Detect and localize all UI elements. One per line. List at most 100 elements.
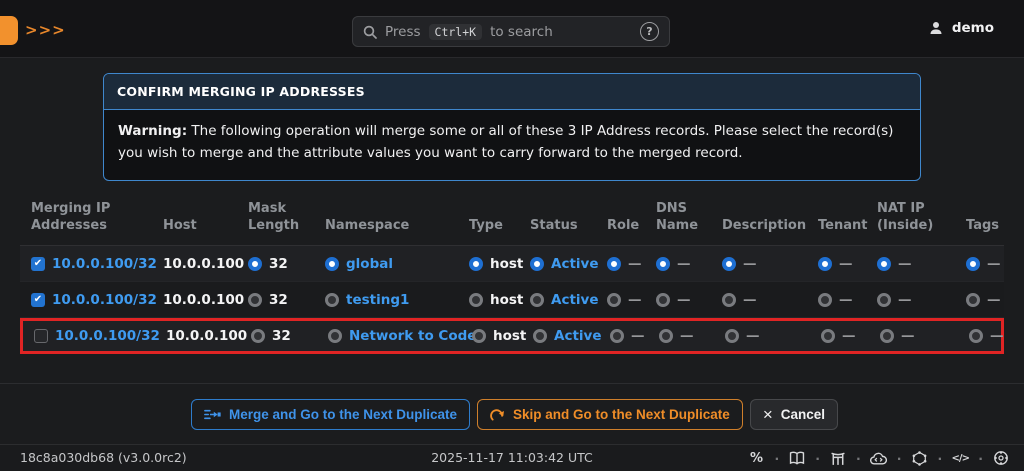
cancel-button-label: Cancel — [781, 407, 825, 422]
status-radio[interactable] — [530, 257, 544, 271]
col-header-nat-ip: NAT IP (Inside) — [877, 201, 966, 235]
ip-address-link[interactable]: 10.0.0.100/32 — [52, 256, 157, 272]
row-select-checkbox[interactable] — [31, 293, 45, 307]
mask-radio[interactable] — [248, 257, 262, 271]
col-header-tags: Tags — [966, 218, 1007, 235]
role-radio[interactable] — [607, 257, 621, 271]
row-select-checkbox[interactable] — [31, 257, 45, 271]
dot-separator: · — [897, 451, 902, 466]
status-link[interactable]: Active — [551, 292, 599, 308]
namespace-radio[interactable] — [325, 293, 339, 307]
namespace-link[interactable]: global — [346, 256, 393, 272]
status-radio[interactable] — [533, 329, 547, 343]
dns-radio[interactable] — [656, 293, 670, 307]
status-radio[interactable] — [530, 293, 544, 307]
status-link[interactable]: Active — [554, 328, 602, 344]
dot-separator: · — [856, 451, 861, 466]
namespace-link[interactable]: Network to Code — [349, 328, 476, 344]
namespace-link[interactable]: testing1 — [346, 292, 409, 308]
search-input[interactable]: Press Ctrl+K to search ? — [352, 16, 670, 47]
ip-address-link[interactable]: 10.0.0.100/32 — [52, 292, 157, 308]
namespace-radio[interactable] — [328, 329, 342, 343]
host-value: 10.0.0.100 — [163, 256, 244, 272]
description-radio[interactable] — [722, 293, 736, 307]
graphql-icon[interactable] — [911, 449, 929, 467]
dns-empty: — — [680, 328, 694, 344]
nat-ip-radio[interactable] — [877, 257, 891, 271]
redo-arrow-icon — [490, 408, 505, 422]
tags-radio[interactable] — [969, 329, 983, 343]
type-radio[interactable] — [469, 293, 483, 307]
skip-button-label: Skip and Go to the Next Duplicate — [513, 407, 730, 422]
table-row: 10.0.0.100/32 10.0.0.100 32 testing1 hos… — [20, 282, 1004, 318]
col-header-dns-name: DNS Name — [656, 201, 722, 235]
dns-radio[interactable] — [659, 329, 673, 343]
sidebar-toggle-tab[interactable] — [0, 16, 18, 45]
row-select-checkbox[interactable] — [34, 329, 48, 343]
tags-empty: — — [990, 328, 1004, 344]
dns-empty: — — [677, 292, 691, 308]
col-header-type: Type — [469, 218, 530, 235]
search-icon — [363, 25, 377, 39]
footer: 18c8a030db68 (v3.0.0rc2) 2025-11-17 11:0… — [0, 444, 1024, 471]
torii-gate-icon[interactable] — [829, 449, 847, 467]
nat-ip-empty: — — [901, 328, 915, 344]
dot-separator: · — [815, 451, 820, 466]
col-header-mask-length: Mask Length — [248, 201, 325, 235]
search-help-icon[interactable]: ? — [640, 22, 659, 41]
role-empty: — — [631, 328, 645, 344]
status-link[interactable]: Active — [551, 256, 599, 272]
docs-book-icon[interactable] — [788, 449, 806, 467]
tenant-radio[interactable] — [818, 293, 832, 307]
panel-title: CONFIRM MERGING IP ADDRESSES — [104, 74, 920, 110]
merge-next-duplicate-button[interactable]: Merge and Go to the Next Duplicate — [191, 399, 470, 430]
username: demo — [952, 20, 994, 36]
description-empty: — — [743, 256, 757, 272]
description-radio[interactable] — [725, 329, 739, 343]
tags-radio[interactable] — [966, 257, 980, 271]
action-buttons: Merge and Go to the Next Duplicate Skip … — [191, 399, 838, 430]
role-radio[interactable] — [607, 293, 621, 307]
type-value: host — [490, 292, 523, 308]
code-icon[interactable]: </> — [951, 449, 969, 467]
tags-radio[interactable] — [966, 293, 980, 307]
merge-icon — [204, 408, 221, 421]
cancel-button[interactable]: × Cancel — [750, 399, 838, 430]
user-menu[interactable]: demo — [928, 20, 994, 36]
description-empty: — — [743, 292, 757, 308]
confirm-merge-panel: CONFIRM MERGING IP ADDRESSES Warning: Th… — [103, 73, 921, 181]
dot-separator: · — [938, 451, 943, 466]
community-icon[interactable] — [992, 449, 1010, 467]
search-hint-suffix: to search — [490, 24, 553, 40]
mask-radio[interactable] — [251, 329, 265, 343]
table-header-row: Merging IP Addresses Host Mask Length Na… — [20, 200, 1004, 246]
col-header-role: Role — [607, 218, 656, 235]
mask-value: 32 — [272, 328, 291, 344]
host-value: 10.0.0.100 — [163, 292, 244, 308]
nat-ip-radio[interactable] — [877, 293, 891, 307]
type-radio[interactable] — [469, 257, 483, 271]
tenant-radio[interactable] — [818, 257, 832, 271]
col-header-namespace: Namespace — [325, 218, 469, 235]
stats-icon[interactable]: % — [748, 449, 766, 467]
description-radio[interactable] — [722, 257, 736, 271]
mask-value: 32 — [269, 256, 288, 272]
nat-ip-empty: — — [898, 292, 912, 308]
expand-nav-arrows[interactable]: >>> — [25, 21, 66, 39]
skip-next-duplicate-button[interactable]: Skip and Go to the Next Duplicate — [477, 399, 743, 430]
role-radio[interactable] — [610, 329, 624, 343]
ip-address-link[interactable]: 10.0.0.100/32 — [55, 328, 160, 344]
dns-radio[interactable] — [656, 257, 670, 271]
cloud-code-icon[interactable] — [870, 449, 888, 467]
description-empty: — — [746, 328, 760, 344]
nat-ip-radio[interactable] — [880, 329, 894, 343]
mask-value: 32 — [269, 292, 288, 308]
dot-separator: · — [775, 451, 780, 466]
mask-radio[interactable] — [248, 293, 262, 307]
tenant-empty: — — [839, 292, 853, 308]
namespace-radio[interactable] — [325, 257, 339, 271]
type-radio[interactable] — [472, 329, 486, 343]
role-empty: — — [628, 292, 642, 308]
tenant-radio[interactable] — [821, 329, 835, 343]
user-icon — [928, 20, 944, 36]
